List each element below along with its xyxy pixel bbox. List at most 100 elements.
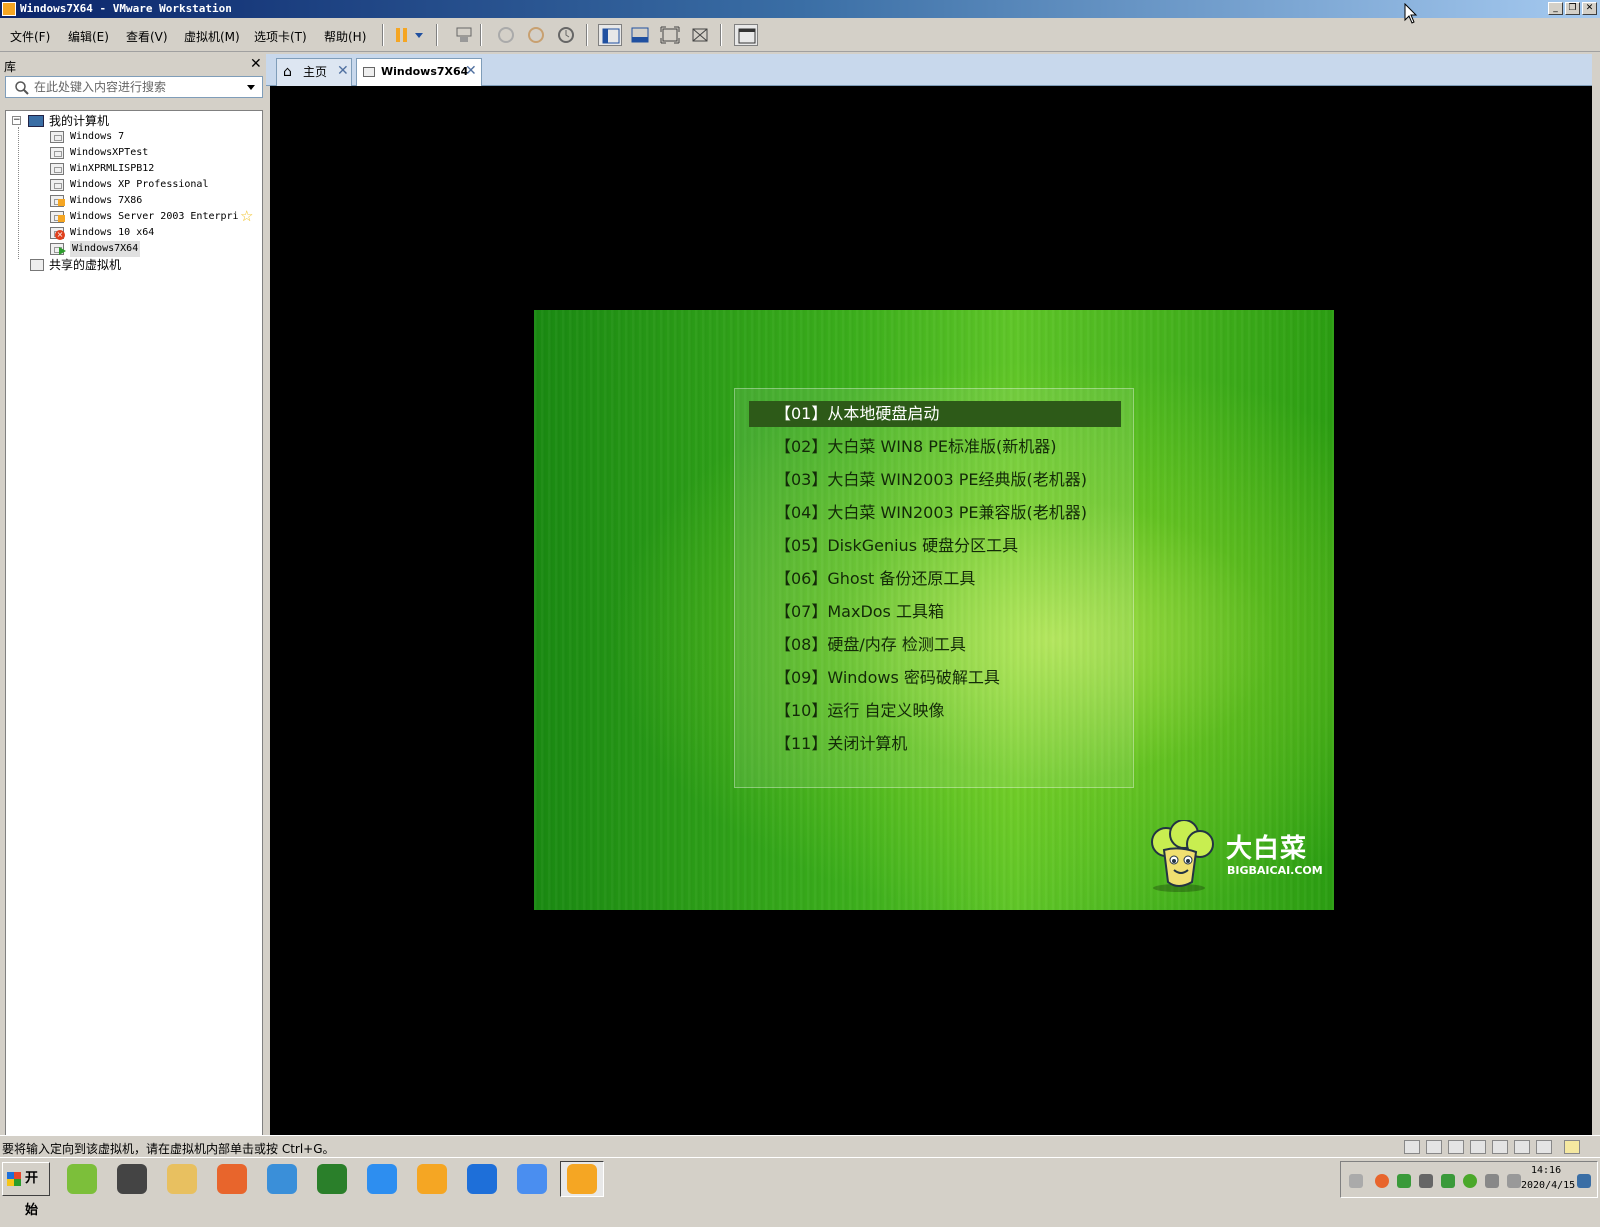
vm-item-windows-7[interactable]: Windows 7 [50,129,260,145]
home-icon: ⌂ [283,64,292,80]
snapshot-manager-icon[interactable] [554,24,578,46]
cdrom-icon[interactable] [1448,1140,1464,1154]
taskbar-app-button[interactable] [510,1161,554,1197]
firefox-icon [217,1164,247,1194]
boot-menu-item[interactable]: 【01】从本地硬盘启动 [749,401,1121,427]
tray-app-icon[interactable] [1375,1174,1389,1188]
library-close-icon[interactable]: ✕ [250,56,262,72]
display-icon[interactable] [1536,1140,1552,1154]
minimize-button[interactable]: _ [1548,2,1563,15]
menu-vm[interactable]: 虚拟机(M) [184,28,240,45]
menu-toolbar: 文件(F) 编辑(E) 查看(V) 虚拟机(M) 选项卡(T) 帮助(H) [0,18,1600,52]
snapshot-revert-icon[interactable] [524,24,548,46]
tree-root-my-computer[interactable]: − 我的计算机 [12,113,252,129]
update-icon[interactable] [1463,1174,1477,1188]
vm-item-winxprmlispb12[interactable]: WinXPRMLISPB12 [50,161,260,177]
network-tray-icon[interactable] [1441,1174,1455,1188]
close-button[interactable]: ✕ [1582,2,1597,15]
boot-menu-item[interactable]: 【11】关闭计算机 [749,731,1121,757]
taskbar-app-button[interactable] [310,1161,354,1197]
window-title: Windows7X64 - VMware Workstation [20,2,232,15]
taskbar-app-button[interactable] [410,1161,454,1197]
vm-label: Windows 7 [70,131,125,142]
favorite-star-icon[interactable]: ☆ [240,208,253,224]
security-shield-icon[interactable] [1397,1174,1411,1188]
search-input[interactable] [34,79,234,95]
taskbar-app-button[interactable] [560,1161,604,1197]
menu-view[interactable]: 查看(V) [126,28,168,45]
collapse-icon[interactable]: − [12,116,21,125]
unity-icon[interactable] [688,24,712,46]
clock-date[interactable]: 2020/4/15 [1521,1180,1575,1191]
vm-item-windows-7x86[interactable]: Windows 7X86 [50,193,260,209]
clock-time[interactable]: 14:16 [1531,1165,1561,1176]
hdd2-icon[interactable] [1426,1140,1442,1154]
taskbar-app-button[interactable] [210,1161,254,1197]
boot-screen[interactable]: 【01】从本地硬盘启动 【02】大白菜 WIN8 PE标准版(新机器) 【03】大白… [534,310,1334,910]
taskbar-app-button[interactable] [260,1161,304,1197]
menu-tabs[interactable]: 选项卡(T) [254,28,307,45]
vm-item-windows-server-2003[interactable]: Windows Server 2003 Enterpri ☆ [50,208,260,225]
boot-menu-item[interactable]: 【08】硬盘/内存 检测工具 [749,632,1121,658]
start-button[interactable]: 开始 [2,1162,50,1218]
status-bar: 要将输入定向到该虚拟机，请在虚拟机内部单击或按 Ctrl+G。 [0,1135,1600,1157]
console-view-icon[interactable] [734,24,758,46]
fullscreen-icon[interactable] [658,24,682,46]
dropdown-icon[interactable] [412,24,426,46]
vm-label: WinXPRMLISPB12 [70,163,155,174]
vm-item-windows-10-x64[interactable]: × Windows 10 x64 [50,225,260,241]
task-view-icon [467,1164,497,1194]
tab-home-close-icon[interactable]: ✕ [337,58,349,84]
boot-menu-item[interactable]: 【05】DiskGenius 硬盘分区工具 [749,533,1121,559]
taskbar-app-button[interactable] [60,1161,104,1197]
menu-help[interactable]: 帮助(H) [324,28,366,45]
show-desktop-icon[interactable] [1577,1174,1591,1188]
monitor-tray-icon[interactable] [1485,1174,1499,1188]
printer-icon[interactable] [1492,1140,1508,1154]
tab-home-label: 主页 [303,65,328,79]
brand-name-cn: 大白菜 [1226,834,1308,864]
mouse-cursor-icon [1404,3,1418,24]
thumbnail-bar-icon[interactable] [628,24,652,46]
vm-item-windows-xp-professional[interactable]: Windows XP Professional [50,177,260,193]
usb-icon[interactable] [1419,1174,1433,1188]
network-icon[interactable] [1470,1140,1486,1154]
taskbar-app-button[interactable] [160,1161,204,1197]
pause-icon[interactable] [390,24,414,46]
boot-menu-item[interactable]: 【10】运行 自定义映像 [749,698,1121,724]
show-library-icon[interactable] [598,24,622,46]
tab-vm-close-icon[interactable]: ✕ [465,58,477,84]
kingsoft-icon [417,1164,447,1194]
volume-icon[interactable] [1507,1174,1521,1188]
menu-file[interactable]: 文件(F) [10,28,50,45]
system-tray: 14:16 2020/4/15 [1340,1161,1598,1198]
taskbar-app-button[interactable] [460,1161,504,1197]
vmware-icon [567,1164,597,1194]
boot-menu-item[interactable]: 【03】大白菜 WIN2003 PE经典版(老机器) [749,467,1121,493]
taskbar-app-button[interactable] [110,1161,154,1197]
tab-windows7x64[interactable]: Windows7X64 ✕ [356,58,482,86]
taskbar-app-button[interactable] [360,1161,404,1197]
boot-menu-item[interactable]: 【06】Ghost 备份还原工具 [749,566,1121,592]
boot-menu-item[interactable]: 【04】大白菜 WIN2003 PE兼容版(老机器) [749,500,1121,526]
maximize-button[interactable]: ❐ [1565,2,1580,15]
boot-menu-item[interactable]: 【07】MaxDos 工具箱 [749,599,1121,625]
vm-icon [363,67,375,77]
message-icon[interactable] [1564,1140,1580,1154]
keyboard-icon[interactable] [1349,1174,1363,1188]
menu-edit[interactable]: 编辑(E) [68,28,109,45]
vm-label: Windows7X64 [70,241,141,257]
tree-shared-vms[interactable]: 共享的虚拟机 [30,257,250,273]
search-icon [15,81,29,95]
boot-menu-item[interactable]: 【09】Windows 密码破解工具 [749,665,1121,691]
sound-icon[interactable] [1514,1140,1530,1154]
send-ctrl-alt-del-icon[interactable] [452,24,476,46]
vm-item-windows7x64[interactable]: Windows7X64 [50,241,260,257]
chevron-down-icon[interactable] [246,83,256,91]
boot-menu-item[interactable]: 【02】大白菜 WIN8 PE标准版(新机器) [749,434,1121,460]
vm-item-windowsxptest[interactable]: WindowsXPTest [50,145,260,161]
hdd-icon[interactable] [1404,1140,1420,1154]
snapshot-take-icon[interactable] [494,24,518,46]
tab-vm-label: Windows7X64 [381,65,469,78]
tab-home[interactable]: ⌂ 主页 ✕ [276,58,352,86]
